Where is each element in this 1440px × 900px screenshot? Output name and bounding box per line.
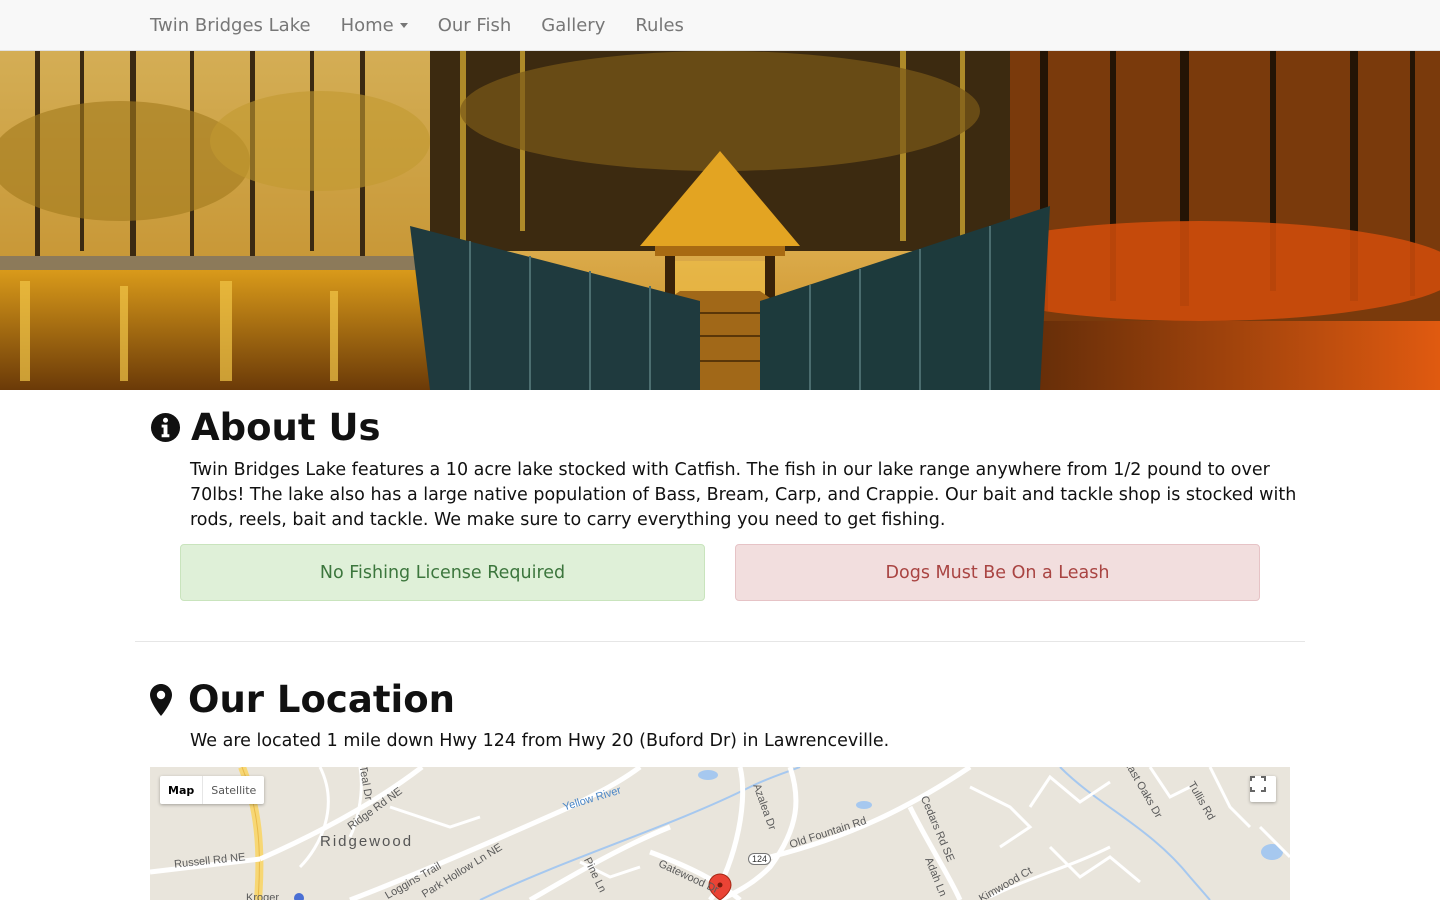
nav-item-home[interactable]: Home xyxy=(341,15,408,36)
about-description: Twin Bridges Lake features a 10 acre lak… xyxy=(190,460,1297,530)
location-description: We are located 1 mile down Hwy 124 from … xyxy=(190,731,890,751)
nav-item-home-label: Home xyxy=(340,14,394,36)
map-type-map-button[interactable]: Map xyxy=(160,776,204,804)
brand-link[interactable]: Twin Bridges Lake xyxy=(150,15,311,36)
navbar: Twin Bridges Lake Home Our Fish Gallery … xyxy=(0,0,1440,51)
hero-image xyxy=(0,51,1440,390)
nav-inner: Twin Bridges Lake Home Our Fish Gallery … xyxy=(150,0,714,50)
location-heading: Our Location xyxy=(150,678,455,721)
nav-item-rules[interactable]: Rules xyxy=(635,15,684,36)
info-circle-icon xyxy=(150,412,181,443)
about-heading: About Us xyxy=(150,406,381,449)
no-license-alert: No Fishing License Required xyxy=(180,544,705,601)
section-divider xyxy=(135,641,1305,642)
nav-item-our-fish[interactable]: Our Fish xyxy=(438,15,512,36)
fullscreen-icon xyxy=(1250,776,1266,792)
map-type-toggle: Map Satellite xyxy=(160,776,265,804)
fullscreen-button[interactable] xyxy=(1250,776,1276,802)
nav-item-gallery[interactable]: Gallery xyxy=(541,15,605,36)
caret-down-icon xyxy=(399,22,408,28)
map-marker-icon xyxy=(150,683,172,716)
location-title: Our Location xyxy=(188,678,455,721)
map-label-kroger: Kroger xyxy=(246,892,280,900)
map-label-ridgewood: Ridgewood xyxy=(320,833,414,850)
hwy-124-shield: 124 xyxy=(748,853,772,865)
about-title: About Us xyxy=(191,406,381,449)
google-map[interactable]: Map Satellite Ridgewood Yellow River Aza… xyxy=(150,767,1290,900)
dogs-leash-alert: Dogs Must Be On a Leash xyxy=(735,544,1260,601)
map-type-satellite-button[interactable]: Satellite xyxy=(203,776,264,804)
